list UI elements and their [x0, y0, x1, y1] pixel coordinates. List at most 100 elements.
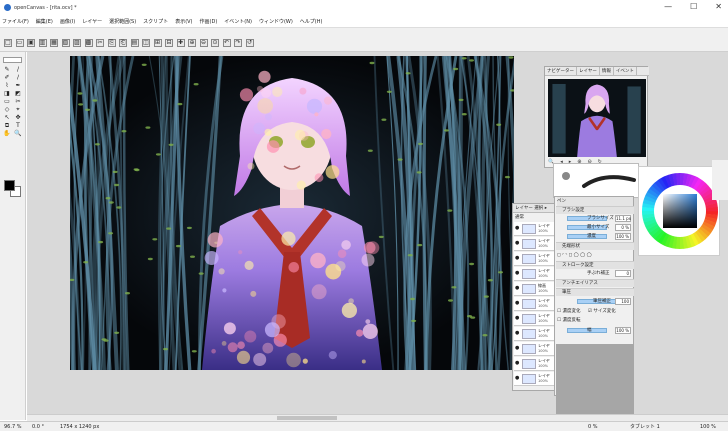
- layer-row[interactable]: ● レイヤ 100%: [514, 372, 555, 386]
- tab-event[interactable]: イベント: [614, 66, 637, 76]
- close-button[interactable]: ✕: [715, 2, 722, 11]
- toolbar-button-7[interactable]: ▩: [84, 39, 93, 47]
- toolbar-button-18[interactable]: ⊙: [211, 39, 219, 47]
- density-invert-check[interactable]: ☐ 濃度反転: [557, 318, 580, 323]
- toolbar-button-16[interactable]: ⊕: [188, 39, 196, 47]
- visibility-icon[interactable]: ●: [515, 301, 519, 306]
- min-size-value[interactable]: 0 %: [615, 224, 631, 231]
- tool-4[interactable]: ⌇: [3, 82, 11, 89]
- density-row[interactable]: 濃度 100 %: [557, 232, 633, 241]
- pressure-row[interactable]: 筆圧補正 100: [557, 297, 633, 306]
- section-stroke[interactable]: ストローク設定: [556, 261, 634, 269]
- tab-layer[interactable]: レイヤー: [577, 66, 600, 76]
- section-shape[interactable]: 先端形状: [556, 242, 634, 250]
- layer-row[interactable]: ● レイヤ 100%: [514, 252, 555, 266]
- layer-row[interactable]: ● レイヤ 100%: [514, 342, 555, 356]
- tool-14[interactable]: ⧉: [3, 122, 11, 129]
- drawing-canvas[interactable]: [70, 56, 514, 370]
- menu-item-7[interactable]: 作画(D): [200, 18, 218, 25]
- visibility-icon[interactable]: ●: [515, 286, 519, 291]
- tool-3[interactable]: ∕: [14, 74, 22, 81]
- maximize-button[interactable]: ☐: [690, 2, 697, 11]
- minimize-button[interactable]: —: [664, 2, 672, 11]
- toolbar-button-8[interactable]: ✂: [96, 39, 104, 47]
- tab-navigator[interactable]: ナビゲーター: [545, 66, 577, 76]
- tool-1[interactable]: /: [14, 66, 22, 73]
- toolbar-button-11[interactable]: ▤: [130, 39, 139, 47]
- toolbar-button-21[interactable]: ↺: [245, 39, 254, 47]
- visibility-icon[interactable]: ●: [515, 256, 519, 261]
- scrollbar-thumb[interactable]: [277, 416, 337, 420]
- brush-size-value[interactable]: 11.1 px: [615, 215, 631, 222]
- layer-row[interactable]: ● レイヤ 100%: [514, 267, 555, 281]
- toolbar-button-14[interactable]: ⊟: [165, 39, 173, 47]
- tool-8[interactable]: ▭: [3, 98, 11, 105]
- layer-row[interactable]: ● 線画 100%: [514, 282, 555, 296]
- layer-row[interactable]: ● レイヤ 100%: [514, 297, 555, 311]
- tool-15[interactable]: T: [14, 122, 22, 129]
- tool-9[interactable]: ✂: [14, 98, 22, 105]
- menu-item-0[interactable]: ファイル(F): [2, 18, 29, 25]
- section-antialias[interactable]: アンチエイリアス: [556, 279, 634, 287]
- layer-row[interactable]: ● レイヤ 100%: [514, 237, 555, 251]
- brush-size-row[interactable]: ブラシサイズ 11.1 px: [557, 214, 633, 223]
- menu-item-1[interactable]: 編集(E): [36, 18, 53, 25]
- density-value[interactable]: 100 %: [615, 233, 631, 240]
- pressure-value[interactable]: 100: [615, 298, 631, 305]
- menu-item-9[interactable]: ウィンドウ(W): [259, 18, 293, 25]
- visibility-icon[interactable]: ●: [515, 331, 519, 336]
- density-change-check[interactable]: ☐ 濃度変化: [557, 309, 580, 314]
- tool-0[interactable]: ✎: [3, 66, 11, 73]
- tool-5[interactable]: ✒: [14, 82, 22, 89]
- toolbar-button-15[interactable]: ✚: [176, 39, 185, 47]
- visibility-icon[interactable]: ●: [515, 241, 519, 246]
- horizontal-scrollbar[interactable]: [27, 414, 728, 421]
- visibility-icon[interactable]: ●: [515, 376, 519, 381]
- menu-item-8[interactable]: イベント(N): [224, 18, 252, 25]
- section-basic[interactable]: ブラシ設定: [556, 206, 634, 214]
- tip-shape-icons[interactable]: ◻ ◜ ◝ ◻ ◯ ◯ ◯: [557, 253, 592, 258]
- toolbar-button-5[interactable]: ▧: [61, 39, 70, 47]
- foreground-color-swatch[interactable]: [4, 180, 15, 191]
- toolbar-button-0[interactable]: □: [4, 39, 12, 47]
- stabilizer-row[interactable]: 手ぶれ補正 0: [557, 269, 633, 278]
- check-row-1[interactable]: ☐ 濃度変化 ☑ サイズ変化: [557, 307, 633, 316]
- tool-12[interactable]: ↖: [3, 114, 11, 121]
- navigator-thumbnail[interactable]: [548, 79, 646, 157]
- menu-item-5[interactable]: スクリプト: [143, 18, 168, 25]
- visibility-icon[interactable]: ●: [515, 226, 519, 231]
- toolbar-button-17[interactable]: ⊖: [199, 39, 208, 47]
- visibility-icon[interactable]: ●: [515, 346, 519, 351]
- tool-7[interactable]: ◩: [14, 90, 22, 97]
- width-row[interactable]: 幅 100 %: [557, 326, 633, 335]
- tool-11[interactable]: ⌖: [14, 106, 22, 113]
- layer-row[interactable]: ● レイヤ 100%: [514, 222, 555, 236]
- tool-17[interactable]: 🔍: [14, 130, 22, 137]
- min-size-row[interactable]: 最小サイズ 0 %: [557, 223, 633, 232]
- layer-row[interactable]: ● レイヤ 100%: [514, 327, 555, 341]
- menu-item-3[interactable]: レイヤー: [82, 18, 102, 25]
- toolbar-button-9[interactable]: ⎘: [107, 39, 116, 47]
- menu-item-2[interactable]: 画像(I): [60, 18, 75, 25]
- menu-item-4[interactable]: 選択範囲(S): [109, 18, 136, 25]
- visibility-icon[interactable]: ●: [515, 316, 519, 321]
- stabilizer-value[interactable]: 0: [615, 270, 631, 277]
- menu-item-10[interactable]: ヘルプ(H): [300, 18, 323, 25]
- tool-16[interactable]: ✋: [3, 130, 11, 137]
- tab-info[interactable]: 情報: [600, 66, 614, 76]
- toolbar-button-6[interactable]: ▨: [73, 39, 81, 47]
- toolbar-button-19[interactable]: ↶: [222, 39, 231, 47]
- tool-2[interactable]: ✐: [3, 74, 11, 81]
- toolbar-button-2[interactable]: ▣: [27, 39, 35, 47]
- tool-6[interactable]: ◨: [3, 90, 11, 97]
- tool-13[interactable]: ✥: [14, 114, 22, 121]
- visibility-icon[interactable]: ●: [515, 271, 519, 276]
- section-pressure[interactable]: 筆圧: [556, 288, 634, 296]
- color-wheel[interactable]: [639, 167, 721, 257]
- menu-item-6[interactable]: 表示(V): [175, 18, 192, 25]
- toolbar-button-12[interactable]: ◫: [142, 39, 150, 47]
- check-row-2[interactable]: ☐ 濃度反転: [557, 316, 633, 325]
- toolbar-button-3[interactable]: ▥: [38, 39, 47, 47]
- layer-row[interactable]: ● レイヤ 100%: [514, 312, 555, 326]
- size-change-check[interactable]: ☑ サイズ変化: [588, 309, 616, 314]
